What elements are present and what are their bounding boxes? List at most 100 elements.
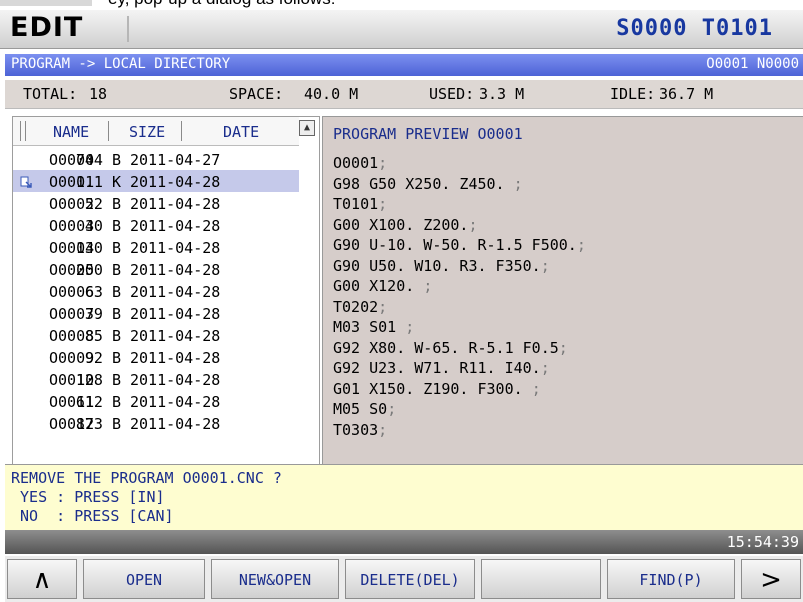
program-line: G01 X150. Z190. F300. ; (333, 380, 541, 398)
program-line-text: G00 X120. (333, 277, 424, 295)
softkey-open[interactable]: OPEN (83, 559, 205, 599)
program-line-text: G90 U50. W10. R3. F350. (333, 256, 541, 275)
softkey-new-open[interactable]: NEW&OPEN (211, 559, 339, 599)
program-line: O0001; (333, 154, 387, 172)
mode-bar: EDIT S0000 T0101 (0, 10, 803, 49)
program-line-text: G98 G50 X250. Z450. (333, 174, 514, 193)
header-divider (181, 121, 182, 141)
file-row[interactable]: O0004 130 B 2011-04-28 (13, 236, 299, 258)
delete-confirm-dialog: REMOVE THE PROGRAM O0001.CNC ? YES : PRE… (5, 464, 803, 531)
line-terminator: ; (540, 256, 550, 275)
file-row[interactable]: O0002 52 B 2011-04-28 (13, 192, 299, 214)
total-value: 18 (89, 85, 108, 103)
program-line-text: G92 U23. W71. R11. I40. (333, 359, 541, 377)
file-date: 2011-04-28 (130, 393, 221, 411)
idle-label: IDLE: (610, 85, 656, 103)
header-divider (108, 121, 109, 141)
preview-title: PROGRAM PREVIEW O0001 (333, 125, 523, 143)
program-line: G92 X80. W-65. R-5.1 F0.5; (333, 339, 568, 357)
file-row[interactable]: O0003 40 B 2011-04-28 (13, 214, 299, 236)
softkey-bar: ∧ OPEN NEW&OPEN DELETE(DEL) FIND(P) > (5, 556, 803, 602)
space-value: 40.0 M (304, 85, 359, 103)
scroll-up-arrow-icon[interactable]: ▲ (299, 120, 315, 136)
file-row[interactable]: O0010 128 B 2011-04-28 (13, 368, 299, 390)
line-terminator: ; (558, 338, 568, 357)
file-row[interactable]: O0011 612 B 2011-04-28 (13, 390, 299, 412)
softkey-delete[interactable]: DELETE(DEL) (345, 559, 475, 599)
file-size: 63 B (84, 283, 121, 301)
file-size: 873 B (75, 415, 121, 433)
file-size: 130 B (75, 239, 121, 257)
breadcrumb: PROGRAM -> LOCAL DIRECTORY (11, 56, 231, 72)
line-terminator: ; (531, 379, 541, 398)
file-date: 2011-04-28 (130, 239, 221, 257)
file-size: 744 B (75, 151, 121, 169)
softkey-find[interactable]: FIND(P) (607, 559, 735, 599)
column-header-date[interactable]: DATE (223, 123, 259, 141)
file-list-panel: NAME SIZE DATE ▲ O0000 744 B 2011-04-27 O00… (12, 116, 320, 466)
program-line: G90 U-10. W-50. R-1.5 F500.; (333, 236, 586, 254)
program-line: T0101; (333, 195, 387, 213)
file-size: 200 B (75, 261, 121, 279)
file-date: 2011-04-27 (130, 151, 221, 169)
softkey-next-page[interactable]: > (741, 559, 801, 599)
file-size: 40 B (84, 217, 121, 235)
confirm-yes-hint: YES : PRESS [IN] (11, 488, 165, 506)
program-line: T0202; (333, 298, 387, 316)
mode-label: EDIT (10, 12, 84, 43)
status-bar: 15:54:39 (5, 530, 803, 554)
file-size: 52 B (84, 195, 121, 213)
file-size: 92 B (84, 349, 121, 367)
mode-separator (127, 16, 129, 42)
caption-key-stub (0, 0, 92, 6)
file-date: 2011-04-28 (130, 305, 221, 323)
file-row[interactable]: O0007 39 B 2011-04-28 (13, 302, 299, 324)
softkey-empty[interactable] (481, 559, 601, 599)
file-size: 1.1 K (75, 173, 121, 191)
line-terminator: ; (468, 215, 478, 234)
line-terminator: ; (405, 318, 415, 336)
program-line: M03 S01 ; (333, 318, 414, 336)
used-value: 3.3 M (479, 85, 525, 103)
caption-text: ey, pop-up a dialog as follows: (108, 0, 335, 9)
file-size: 612 B (75, 393, 121, 411)
line-terminator: ; (378, 195, 388, 213)
program-line-text: G90 U-10. W-50. R-1.5 F500. (333, 236, 577, 254)
header-divider (20, 121, 21, 141)
file-date: 2011-04-28 (130, 261, 221, 279)
file-row[interactable]: O0000 744 B 2011-04-27 (13, 148, 299, 170)
line-terminator: ; (423, 277, 433, 295)
softkey-prev-page[interactable]: ∧ (7, 559, 77, 599)
spindle-tool-status: S0000 T0101 (616, 16, 773, 41)
program-line: G00 X120. ; (333, 277, 432, 295)
line-terminator: ; (387, 400, 397, 418)
file-row[interactable]: O0005 200 B 2011-04-28 (13, 258, 299, 280)
program-line: G90 U50. W10. R3. F350.; (333, 257, 550, 275)
program-line-text: T0101 (333, 195, 379, 213)
program-line-text: O0001 (333, 154, 379, 172)
program-line-text: G92 X80. W-65. R-5.1 F0.5 (333, 338, 559, 357)
program-line: M05 S0; (333, 400, 396, 418)
file-date: 2011-04-28 (130, 327, 221, 345)
program-line: G98 G50 X250. Z450. ; (333, 175, 523, 193)
file-row[interactable]: O0009 92 B 2011-04-28 (13, 346, 299, 368)
space-label: SPACE: (229, 85, 284, 103)
program-line-text: T0202 (333, 297, 379, 316)
file-row[interactable]: O0012 873 B 2011-04-28 (13, 412, 299, 434)
line-terminator: ; (540, 359, 550, 377)
column-header-size[interactable]: SIZE (129, 123, 165, 141)
program-line: G92 U23. W71. R11. I40.; (333, 359, 550, 377)
column-header-name[interactable]: NAME (53, 123, 89, 141)
file-row[interactable]: O0008 85 B 2011-04-28 (13, 324, 299, 346)
program-line: G00 X100. Z200.; (333, 216, 478, 234)
confirm-no-hint: NO : PRESS [CAN] (11, 507, 174, 525)
file-size: 128 B (75, 371, 121, 389)
program-line-text: G01 X150. Z190. F300. (333, 379, 532, 398)
file-row[interactable]: O0006 63 B 2011-04-28 (13, 280, 299, 302)
file-size: 85 B (84, 327, 121, 345)
current-program-icon (20, 174, 32, 188)
idle-value: 36.7 M (659, 85, 714, 103)
program-line-text: T0303 (333, 420, 379, 439)
file-row[interactable]: O0001 1.1 K 2011-04-28 (13, 170, 299, 192)
total-label: TOTAL: (23, 85, 78, 103)
